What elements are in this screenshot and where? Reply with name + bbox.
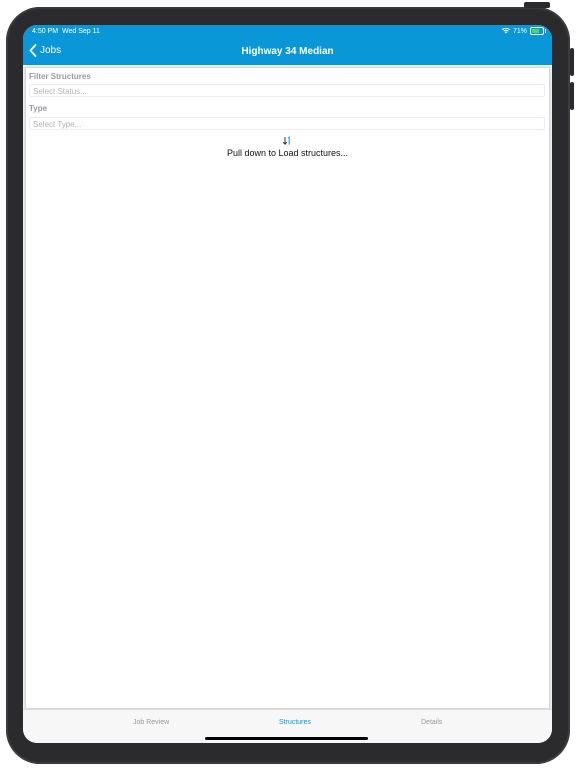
tab-bar: Job Review Structures Details — [23, 709, 552, 743]
wifi-icon — [501, 28, 510, 34]
status-bar: 4:50 PM Wed Sep 11 71% — [23, 25, 552, 39]
sort-down-icon — [282, 136, 290, 145]
page-title: Highway 34 Median — [241, 46, 334, 57]
power-button — [524, 2, 550, 8]
tab-details[interactable]: Details — [421, 719, 442, 726]
empty-state-message: Pull down to Load structures... — [226, 148, 349, 158]
status-date: Wed Sep 11 — [62, 28, 100, 35]
structures-panel[interactable]: Filter Structures Select Status... Type … — [25, 67, 550, 709]
tab-job-review[interactable]: Job Review — [133, 719, 169, 726]
status-time: 4:50 PM — [32, 28, 59, 35]
tab-structures[interactable]: Structures — [279, 719, 311, 726]
battery-percent: 71% — [512, 27, 527, 35]
type-select[interactable]: Select Type... — [29, 117, 545, 130]
screen: 4:50 PM Wed Sep 11 71% Jobs Highway 34 M… — [23, 25, 552, 743]
status-right: 71% — [501, 27, 546, 35]
battery-fill — [532, 29, 540, 33]
volume-up-button — [570, 48, 574, 76]
volume-down-button — [570, 82, 574, 110]
type-label: Type — [29, 104, 48, 113]
filter-structures-label: Filter Structures — [29, 72, 91, 81]
status-select[interactable]: Select Status... — [29, 84, 545, 97]
home-indicator[interactable] — [205, 737, 368, 740]
navigation-bar: Jobs Highway 34 Median — [23, 39, 552, 65]
battery-icon — [530, 27, 546, 35]
